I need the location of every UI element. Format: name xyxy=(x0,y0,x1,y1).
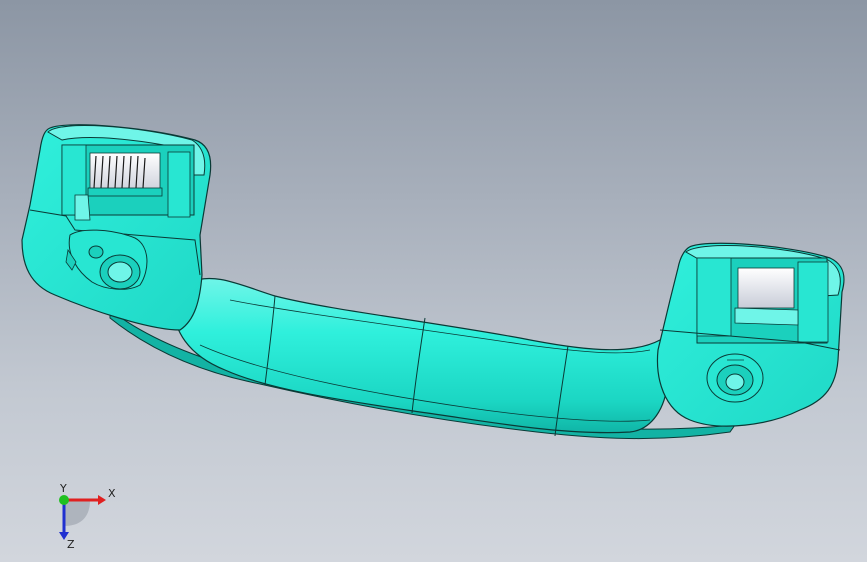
right-cavity-ledge xyxy=(734,307,799,326)
handle-part-model[interactable] xyxy=(0,0,867,562)
y-axis-dot xyxy=(59,495,69,505)
coordinate-triad: X Y Z xyxy=(59,482,116,550)
grip-body xyxy=(173,277,669,434)
z-axis-label: Z xyxy=(67,538,75,550)
right-bolt-boss xyxy=(706,353,764,403)
triad-shadow-icon xyxy=(64,500,90,526)
x-axis-arrowhead xyxy=(98,495,106,505)
graphics-viewport[interactable]: X Y Z xyxy=(0,0,867,562)
right-insert xyxy=(737,267,795,309)
y-axis-label: Y xyxy=(59,482,67,495)
x-axis-label: X xyxy=(108,487,116,500)
left-cavity-ledge xyxy=(74,194,91,221)
left-cavity-wall-right xyxy=(167,151,191,218)
right-cavity-wall-left xyxy=(696,257,732,337)
spring-insert xyxy=(87,152,163,197)
right-cavity-wall-right xyxy=(797,261,829,343)
